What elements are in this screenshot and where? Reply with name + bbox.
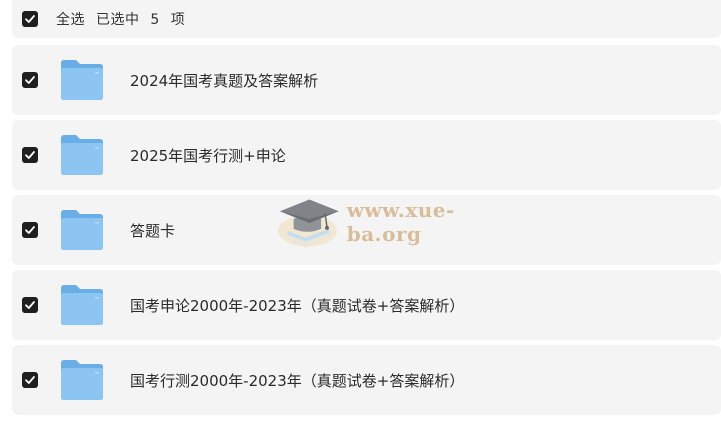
list-item[interactable]: 2025年国考行测+申论 <box>12 120 721 190</box>
folder-icon <box>61 285 103 325</box>
item-checkbox[interactable] <box>22 222 38 238</box>
checkmark-icon <box>25 226 35 234</box>
selection-summary: 全选 已选中 5 项 <box>56 9 191 29</box>
list-item[interactable]: 国考申论2000年-2023年（真题试卷+答案解析） <box>12 270 721 340</box>
watermark-text: www.xue-ba.org <box>346 198 455 246</box>
checkmark-icon <box>25 76 35 84</box>
checkmark-icon <box>25 15 35 23</box>
item-checkbox[interactable] <box>22 147 38 163</box>
item-name[interactable]: 答题卡 <box>130 220 175 241</box>
folder-icon <box>61 210 103 250</box>
item-name[interactable]: 2024年国考真题及答案解析 <box>130 70 318 91</box>
selected-unit: 项 <box>170 12 186 28</box>
selection-header: 全选 已选中 5 项 <box>12 0 721 38</box>
selected-count: 5 <box>150 12 160 28</box>
checkmark-icon <box>25 151 35 159</box>
folder-icon <box>61 135 103 175</box>
item-checkbox[interactable] <box>22 72 38 88</box>
list-item[interactable]: 2024年国考真题及答案解析 <box>12 45 721 115</box>
item-name[interactable]: 国考申论2000年-2023年（真题试卷+答案解析） <box>130 295 464 316</box>
list-item[interactable]: 国考行测2000年-2023年（真题试卷+答案解析） <box>12 345 721 415</box>
graduation-cap-icon <box>277 199 339 248</box>
item-checkbox[interactable] <box>22 372 38 388</box>
select-all-label[interactable]: 全选 <box>56 12 85 28</box>
folder-icon <box>61 360 103 400</box>
select-all-checkbox[interactable] <box>22 11 38 27</box>
watermark: www.xue-ba.org <box>276 190 526 254</box>
selected-prefix: 已选中 <box>95 12 140 28</box>
folder-icon <box>61 60 103 100</box>
item-checkbox[interactable] <box>22 297 38 313</box>
checkmark-icon <box>25 301 35 309</box>
item-name[interactable]: 国考行测2000年-2023年（真题试卷+答案解析） <box>130 370 464 391</box>
item-name[interactable]: 2025年国考行测+申论 <box>130 145 286 166</box>
checkmark-icon <box>25 376 35 384</box>
